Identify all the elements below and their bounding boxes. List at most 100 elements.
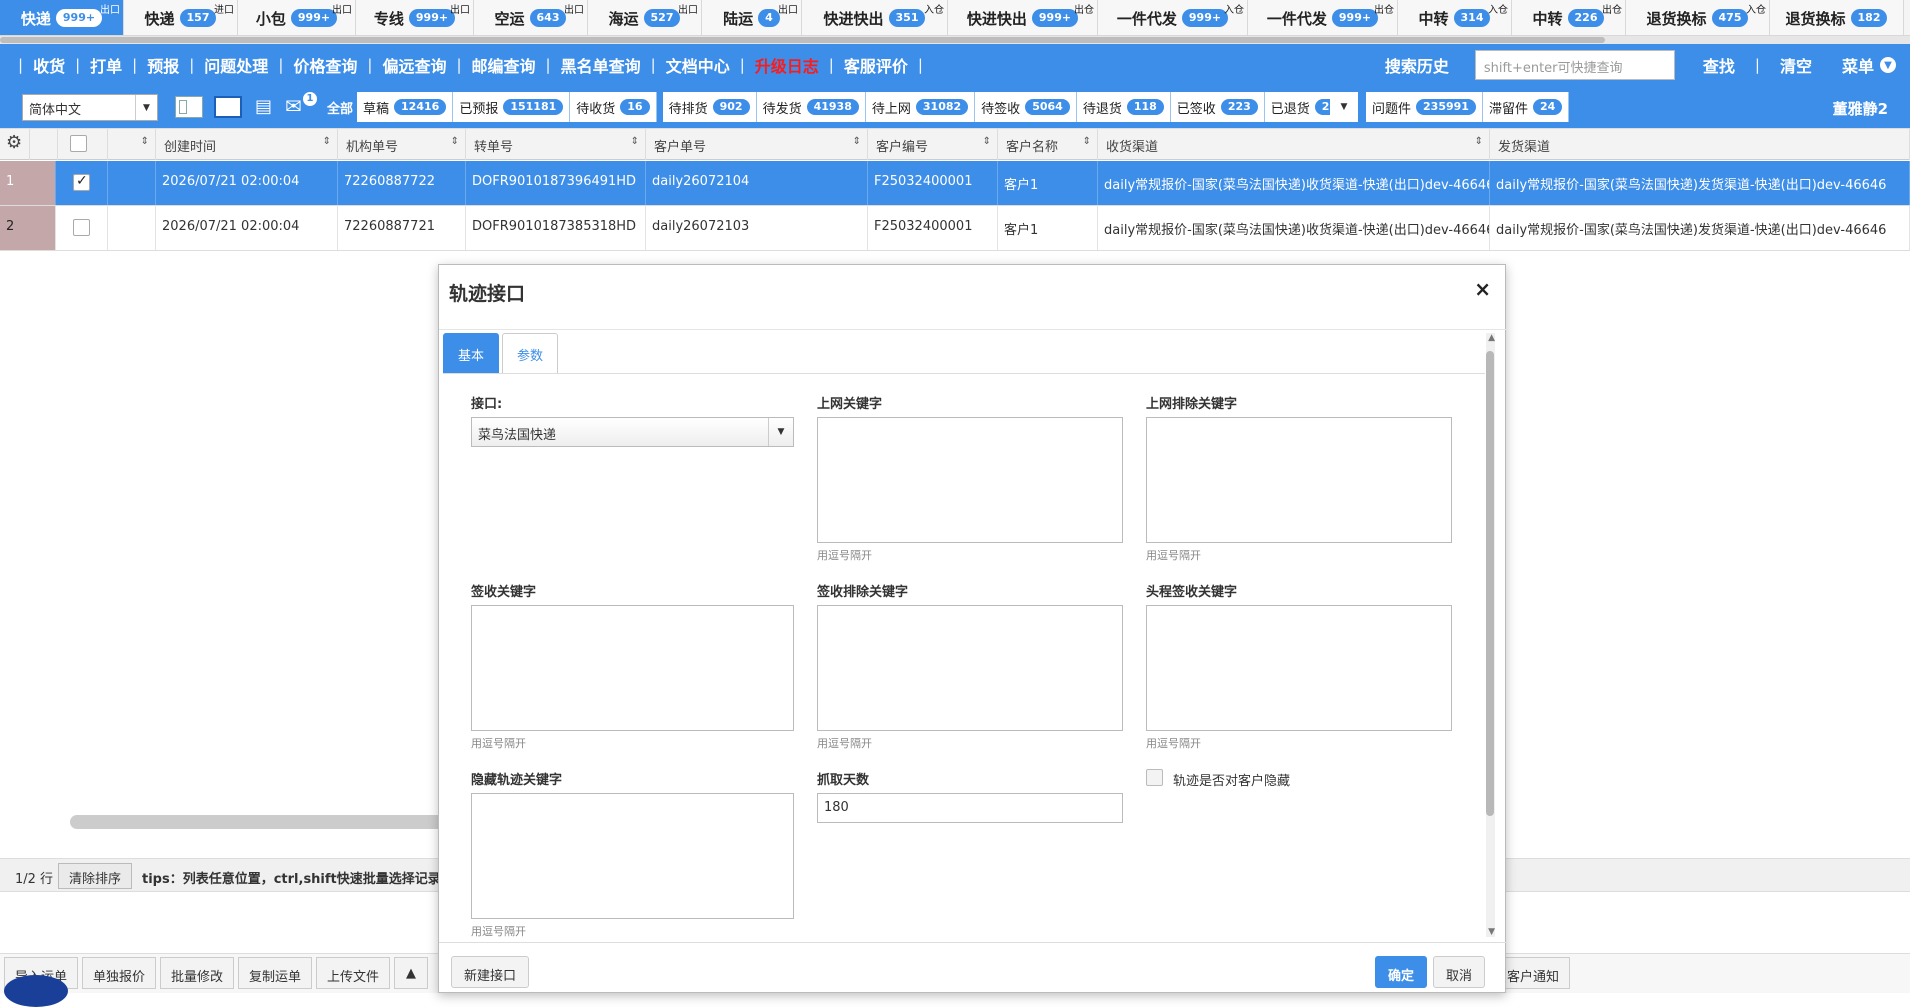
column-header-0[interactable]: 创建时间 ⇕ (156, 129, 338, 160)
status-extra-filter-0[interactable]: 问题件 235991 (1366, 92, 1483, 122)
nav-item-0[interactable]: 收货 (33, 53, 65, 77)
nav-item-4[interactable]: 价格查询 (293, 53, 357, 77)
module-tab-5[interactable]: 海运 527 出口 (588, 0, 702, 35)
sign-exclude-keyword-hint: 用逗号隔开 (817, 737, 872, 750)
fetch-days-input[interactable]: 180 (817, 793, 1123, 823)
module-tab-14[interactable]: 退货换标 182 (1770, 0, 1904, 35)
status-filter-8[interactable]: 已签收 223 (1170, 92, 1265, 122)
customer-notify-button[interactable]: 客户通知 (1496, 957, 1571, 989)
module-tab-1[interactable]: 快递 157 进口 (124, 0, 238, 35)
column-header-1[interactable]: 机构单号 ⇕ (338, 129, 466, 160)
status-extra-filter-1[interactable]: 滞留件 24 (1482, 92, 1570, 122)
nav-item-3[interactable]: 问题处理 (204, 53, 268, 77)
module-tab-6[interactable]: 陆运 4 出口 (702, 0, 802, 35)
module-tab-8[interactable]: 快进快出 999+ 出仓 (948, 0, 1098, 35)
online-exclude-keyword-label: 上网排除关键字 (1146, 397, 1238, 412)
column-header-7[interactable]: 发货渠道 (1490, 129, 1910, 160)
grid-horizontal-scrollbar[interactable] (70, 815, 450, 829)
column-header-6[interactable]: 收货渠道 ⇕ (1098, 129, 1490, 160)
module-tab-2[interactable]: 小包 999+ 出口 (238, 0, 356, 35)
cancel-button[interactable]: 取消 (1433, 956, 1486, 988)
single-quote-button[interactable]: 单独报价 (82, 957, 157, 989)
nav-item-2[interactable]: 预报 (147, 53, 179, 77)
tab-scrollbar[interactable] (0, 37, 1605, 43)
nav-item-9[interactable]: 升级日志 (755, 53, 819, 77)
module-tab-4[interactable]: 空运 643 出口 (474, 0, 588, 35)
sign-keyword-textarea[interactable] (471, 605, 794, 731)
module-tab-10[interactable]: 一件代发 999+ 出仓 (1248, 0, 1398, 35)
menu-button[interactable]: 菜单 ▼ (1842, 53, 1896, 77)
copy-waybill-button[interactable]: 复制运单 (238, 957, 313, 989)
sign-keyword-label: 签收关键字 (471, 585, 537, 600)
gear-icon[interactable]: ⚙ (0, 129, 30, 160)
layout-full-view-button[interactable] (214, 96, 242, 118)
scroll-down-icon[interactable]: ▼ (1488, 927, 1495, 937)
language-select[interactable]: 简体中文 ▼ (22, 94, 158, 121)
module-tab-13[interactable]: 退货换标 475 入仓 (1626, 0, 1770, 35)
status-filter-6[interactable]: 待签收 5064 (975, 92, 1077, 122)
status-filter-0[interactable]: 草稿 12416 (357, 92, 454, 122)
nav-item-6[interactable]: 邮编查询 (472, 53, 536, 77)
first-leg-sign-keyword-textarea[interactable] (1146, 605, 1452, 731)
clear-sort-button[interactable]: 清除排序 (58, 863, 133, 889)
table-list-icon[interactable]: ▤ (255, 96, 273, 118)
select-all-checkbox[interactable] (70, 135, 87, 152)
column-header-label: 发货渠道 (1498, 140, 1551, 155)
status-filter-5[interactable]: 待上网 31082 (865, 92, 976, 122)
nav-item-5[interactable]: 偏远查询 (382, 53, 446, 77)
new-interface-button[interactable]: 新建接口 (451, 956, 530, 988)
status-filter-1[interactable]: 已预报 151181 (453, 92, 571, 122)
clear-button[interactable]: 清空 (1780, 53, 1812, 77)
sort-column-header[interactable]: ⇕ (108, 129, 156, 160)
status-filter-all[interactable]: 全部 (323, 92, 358, 122)
column-header-4[interactable]: 客户编号 ⇕ (868, 129, 998, 160)
module-tab-9[interactable]: 一件代发 999+ 入仓 (1098, 0, 1248, 35)
online-keyword-textarea[interactable] (817, 417, 1123, 543)
column-header-5[interactable]: 客户名称 ⇕ (998, 129, 1098, 160)
hide-track-checkbox[interactable] (1146, 769, 1163, 786)
interface-select[interactable]: 菜鸟法国快递 ▼ (471, 417, 794, 447)
expand-up-icon[interactable]: ▲ (394, 957, 428, 989)
status-filter-7[interactable]: 待退货 118 (1076, 92, 1171, 122)
confirm-button[interactable]: 确定 (1375, 956, 1428, 988)
module-tab-12[interactable]: 中转 226 出仓 (1512, 0, 1626, 35)
nav-item-1[interactable]: 打单 (90, 53, 122, 77)
status-filter-2[interactable]: 待收货 16 (570, 92, 657, 122)
hide-track-keyword-textarea[interactable] (471, 793, 794, 919)
online-exclude-keyword-textarea[interactable] (1146, 417, 1452, 543)
rownum-header (30, 129, 58, 160)
close-icon[interactable]: × (1474, 277, 1491, 301)
search-input[interactable]: shift+enter可快捷查询 (1474, 50, 1675, 80)
chat-icon[interactable] (4, 975, 68, 1007)
status-more-dropdown[interactable]: ▼ (1330, 92, 1358, 122)
layout-split-view-button[interactable] (175, 96, 203, 118)
find-button[interactable]: 查找 (1703, 53, 1735, 77)
status-filter-4[interactable]: 待发货 41938 (756, 92, 866, 122)
row-checkbox[interactable] (73, 219, 90, 236)
batch-edit-button[interactable]: 批量修改 (160, 957, 235, 989)
column-header-3[interactable]: 客户单号 ⇕ (646, 129, 868, 160)
module-tab-11[interactable]: 中转 314 入仓 (1398, 0, 1512, 35)
sign-exclude-keyword-textarea[interactable] (817, 605, 1123, 731)
scroll-up-icon[interactable]: ▲ (1488, 333, 1495, 343)
module-tab-0[interactable]: 快递 999+ 出口 (0, 0, 124, 35)
nav-item-8[interactable]: 文档中心 (666, 53, 730, 77)
table-row[interactable]: 1 2026/07/21 02:00:0472260887722DOFR90101… (0, 161, 1910, 206)
upload-file-button[interactable]: 上传文件 (316, 957, 391, 989)
dialog-scrollbar[interactable] (1486, 351, 1494, 816)
column-header-2[interactable]: 转单号 ⇕ (466, 129, 646, 160)
mail-icon[interactable]: ✉ (285, 96, 302, 116)
tab-basic[interactable]: 基本 (443, 333, 500, 373)
status-filter-3[interactable]: 待排货 902 (662, 92, 757, 122)
nav-item-10[interactable]: 客服评价 (844, 53, 908, 77)
tab-params[interactable]: 参数 (502, 333, 559, 373)
table-cell: daily常规报价-国家(菜鸟法国快递)收货渠道-快递(出口)dev-46646 (1098, 206, 1490, 250)
row-checkbox[interactable] (73, 173, 90, 191)
nav-item-7[interactable]: 黑名单查询 (561, 53, 641, 77)
table-row[interactable]: 2 2026/07/21 02:00:04 72260887721 DOFR90101… (0, 206, 1910, 251)
search-history-link[interactable]: 搜索历史 (1385, 53, 1449, 77)
user-name[interactable]: 董雅静2 (1833, 98, 1888, 119)
module-tab-3[interactable]: 专线 999+ 出口 (356, 0, 474, 35)
module-tab-tag: 入仓 (1746, 5, 1766, 16)
module-tab-7[interactable]: 快进快出 351 入仓 (802, 0, 948, 35)
